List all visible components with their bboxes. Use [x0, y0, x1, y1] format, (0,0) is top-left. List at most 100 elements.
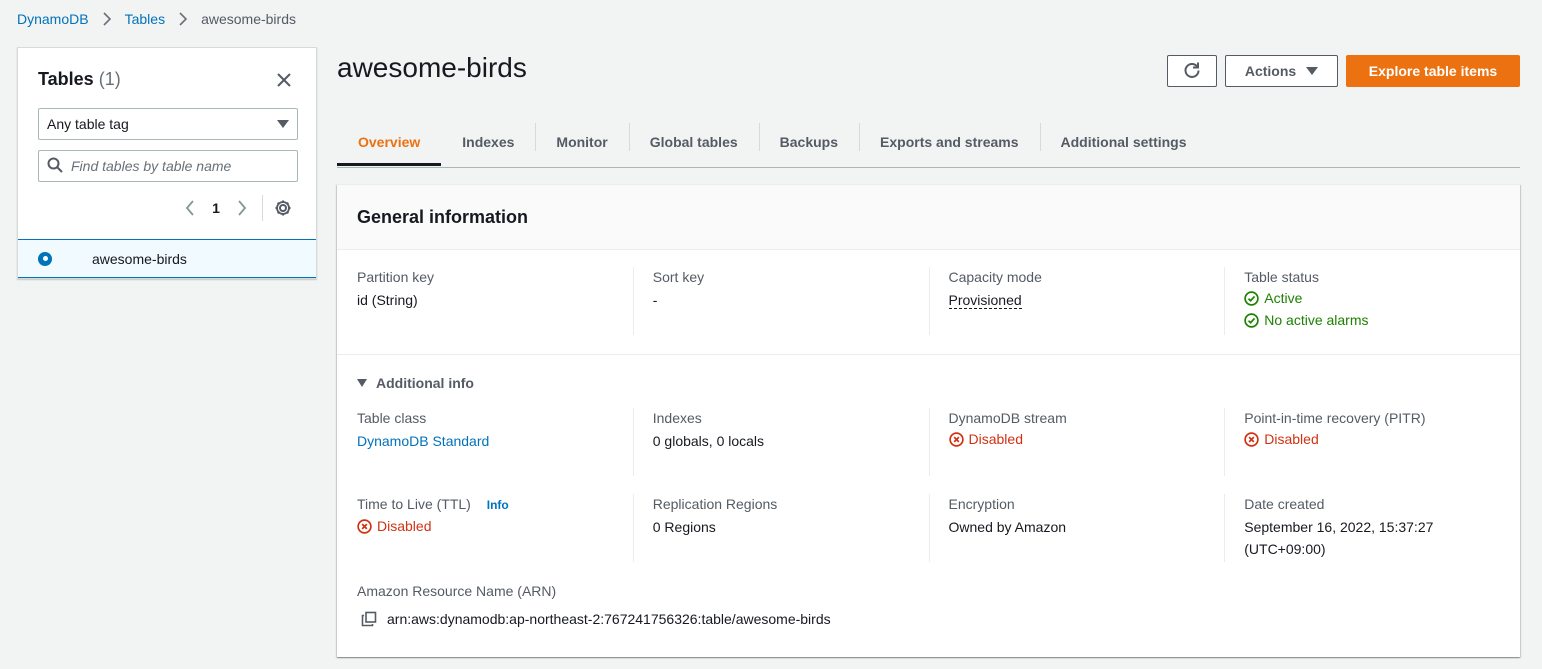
- pitr-status: Disabled: [1244, 428, 1520, 450]
- dynamodb-stream-field: DynamoDB stream Disabled: [928, 408, 1225, 476]
- encryption-field: Encryption Owned by Amazon: [928, 494, 1225, 562]
- ttl-field: Time to Live (TTL) Info Disabled: [337, 494, 633, 560]
- tab-additional-settings[interactable]: Additional settings: [1039, 118, 1208, 165]
- tables-count: (1): [98, 69, 121, 89]
- ttl-label: Time to Live (TTL) Info: [357, 494, 633, 515]
- pagination: 1: [180, 195, 293, 221]
- refresh-icon: [1183, 61, 1201, 82]
- general-information-panel: General information Partition key id (St…: [337, 184, 1520, 657]
- error-circle-icon: [948, 431, 969, 447]
- ttl-info-link[interactable]: Info: [487, 498, 509, 512]
- table-tag-select-value: Any table tag: [47, 116, 129, 132]
- date-created-field: Date created September 16, 2022, 15:37:2…: [1224, 494, 1520, 562]
- replication-regions-field: Replication Regions 0 Regions: [632, 494, 929, 562]
- error-circle-icon: [357, 518, 377, 534]
- tables-panel-title-text: Tables: [38, 69, 94, 89]
- additional-info-label: Additional info: [376, 375, 474, 391]
- arn-value: arn:aws:dynamodb:ap-northeast-2:76724175…: [387, 611, 831, 627]
- general-info-grid: Partition key id (String) Sort key - Cap…: [337, 267, 1520, 335]
- capacity-mode-text[interactable]: Provisioned: [948, 292, 1022, 309]
- table-search-input[interactable]: [71, 158, 291, 174]
- dynamodb-stream-status: Disabled: [948, 428, 1225, 450]
- ttl-label-text: Time to Live (TTL): [357, 496, 471, 512]
- breadcrumb-tables-link[interactable]: Tables: [125, 11, 165, 27]
- table-search-box: [38, 150, 298, 182]
- next-page-icon[interactable]: [232, 198, 252, 218]
- sort-key-label: Sort key: [652, 269, 705, 285]
- date-created-line-1: September 16, 2022, 15:37:27: [1244, 519, 1434, 535]
- tab-bar: Overview Indexes Monitor Global tables B…: [337, 120, 1520, 168]
- page-title: awesome-birds: [337, 52, 527, 83]
- replication-regions-label: Replication Regions: [652, 496, 778, 512]
- date-created-value: September 16, 2022, 15:37:27 (UTC+09:00): [1244, 516, 1520, 560]
- capacity-mode-field: Capacity mode Provisioned: [928, 267, 1225, 335]
- arn-label: Amazon Resource Name (ARN): [357, 583, 557, 599]
- tables-panel: Tables (1) Any table tag 1: [17, 47, 317, 279]
- tables-panel-title: Tables (1): [38, 69, 121, 90]
- arn-row: arn:aws:dynamodb:ap-northeast-2:76724175…: [361, 611, 831, 627]
- table-class-field: Table class DynamoDB Standard: [337, 408, 633, 452]
- dynamodb-stream-label: DynamoDB stream: [948, 410, 1067, 426]
- capacity-mode-label: Capacity mode: [948, 269, 1042, 285]
- sort-key-value: -: [652, 292, 658, 308]
- date-created-label: Date created: [1244, 496, 1325, 512]
- previous-page-icon[interactable]: [180, 198, 200, 218]
- radio-selected-icon[interactable]: [38, 251, 52, 266]
- table-status-active: Active: [1244, 287, 1520, 309]
- chevron-right-icon: [178, 12, 188, 26]
- caret-down-icon: [357, 379, 367, 387]
- sort-key-field: Sort key -: [632, 267, 929, 335]
- pagination-divider: [262, 195, 263, 221]
- indexes-field: Indexes 0 globals, 0 locals: [632, 408, 929, 476]
- table-class-label: Table class: [357, 410, 427, 426]
- table-status-field: Table status Active No active alarms: [1224, 267, 1520, 335]
- breadcrumb-dynamodb-link[interactable]: DynamoDB: [17, 11, 89, 27]
- indexes-value: 0 globals, 0 locals: [652, 433, 765, 449]
- tab-monitor[interactable]: Monitor: [535, 118, 628, 165]
- tab-indexes[interactable]: Indexes: [441, 118, 535, 165]
- tab-backups[interactable]: Backups: [758, 118, 859, 165]
- refresh-button[interactable]: [1167, 55, 1217, 87]
- partition-key-value: id (String): [357, 292, 418, 308]
- chevron-right-icon: [102, 12, 112, 26]
- alarm-status-text: No active alarms: [1264, 312, 1369, 328]
- tab-exports-and-streams[interactable]: Exports and streams: [859, 118, 1040, 165]
- check-circle-icon: [1244, 312, 1264, 328]
- additional-info-grid-row-2: Time to Live (TTL) Info Disabled Replica…: [337, 494, 1520, 562]
- current-page-number[interactable]: 1: [206, 200, 226, 216]
- table-tag-select[interactable]: Any table tag: [38, 108, 298, 140]
- dynamodb-stream-text: Disabled: [968, 431, 1023, 447]
- alarm-status: No active alarms: [1244, 309, 1520, 331]
- partition-key-field: Partition key id (String): [337, 267, 633, 331]
- additional-info-grid-row-1: Table class DynamoDB Standard Indexes 0 …: [337, 408, 1520, 476]
- tab-overview[interactable]: Overview: [337, 118, 442, 166]
- general-information-title: General information: [337, 185, 1520, 250]
- additional-info-toggle[interactable]: Additional info: [357, 375, 474, 391]
- replication-regions-value: 0 Regions: [652, 519, 716, 535]
- table-list-item[interactable]: awesome-birds: [18, 239, 316, 278]
- ttl-text: Disabled: [377, 518, 432, 534]
- actions-button[interactable]: Actions: [1225, 55, 1338, 87]
- caret-down-icon: [277, 120, 289, 128]
- breadcrumb-current: awesome-birds: [201, 11, 296, 27]
- date-created-line-2: (UTC+09:00): [1244, 541, 1326, 557]
- ttl-status: Disabled: [357, 515, 633, 537]
- explore-table-items-button[interactable]: Explore table items: [1346, 55, 1520, 87]
- gear-icon[interactable]: [273, 198, 293, 218]
- pitr-field: Point-in-time recovery (PITR) Disabled: [1224, 408, 1520, 476]
- indexes-label: Indexes: [652, 410, 702, 426]
- copy-icon[interactable]: [361, 611, 377, 627]
- encryption-label: Encryption: [948, 496, 1015, 512]
- breadcrumb: DynamoDB Tables awesome-birds: [17, 11, 296, 27]
- table-status-label: Table status: [1244, 269, 1319, 285]
- pitr-text: Disabled: [1264, 431, 1319, 447]
- partition-key-label: Partition key: [357, 269, 435, 285]
- tab-global-tables[interactable]: Global tables: [628, 118, 759, 165]
- capacity-mode-value[interactable]: Provisioned: [948, 289, 1225, 311]
- encryption-value: Owned by Amazon: [948, 519, 1067, 535]
- close-icon[interactable]: [276, 72, 292, 88]
- check-circle-icon: [1244, 290, 1264, 306]
- table-class-link[interactable]: DynamoDB Standard: [357, 430, 633, 452]
- search-icon: [47, 157, 63, 176]
- pitr-label: Point-in-time recovery (PITR): [1244, 410, 1426, 426]
